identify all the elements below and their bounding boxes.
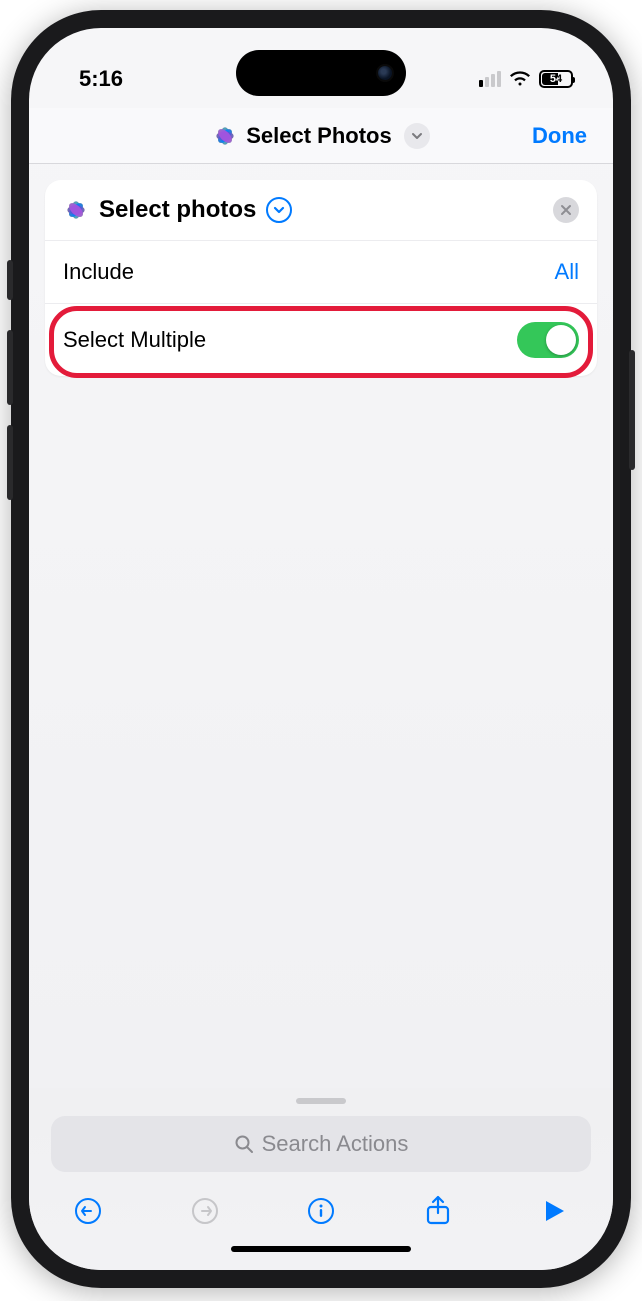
nav-bar: Select Photos Done (29, 108, 613, 164)
home-indicator[interactable] (231, 1246, 411, 1252)
toggle-knob (546, 325, 576, 355)
nav-title[interactable]: Select Photos (212, 123, 429, 149)
content-area: Select photos Include All Select Multipl… (29, 164, 613, 1088)
done-button[interactable]: Done (532, 123, 587, 149)
drag-handle[interactable] (296, 1098, 346, 1104)
clear-button[interactable] (553, 197, 579, 223)
select-multiple-row: Select Multiple (45, 304, 597, 376)
share-button[interactable] (421, 1194, 455, 1228)
action-card: Select photos Include All Select Multipl… (45, 180, 597, 376)
screen: 5:16 54 (29, 28, 613, 1270)
photos-app-icon (212, 123, 238, 149)
action-header[interactable]: Select photos (45, 180, 597, 241)
camera-icon (378, 66, 392, 80)
battery-icon: 54 (539, 70, 573, 88)
bottom-panel: Search Actions (29, 1088, 613, 1270)
redo-button[interactable] (188, 1194, 222, 1228)
dynamic-island (236, 50, 406, 96)
status-time: 5:16 (79, 66, 123, 92)
status-right: 54 (479, 70, 573, 88)
power-button (629, 350, 635, 470)
photos-app-icon (63, 197, 89, 223)
battery-level: 54 (550, 73, 562, 85)
include-label: Include (63, 259, 134, 285)
run-button[interactable] (537, 1194, 571, 1228)
search-icon (234, 1134, 254, 1154)
wifi-icon (509, 71, 531, 87)
iphone-frame: 5:16 54 (11, 10, 631, 1288)
search-actions-field[interactable]: Search Actions (51, 1116, 591, 1172)
undo-button[interactable] (71, 1194, 105, 1228)
include-row[interactable]: Include All (45, 241, 597, 304)
action-title: Select photos (99, 196, 256, 224)
cellular-icon (479, 71, 501, 87)
select-multiple-toggle[interactable] (517, 322, 579, 358)
info-button[interactable] (304, 1194, 338, 1228)
volume-down (7, 425, 13, 500)
collapse-icon[interactable] (266, 197, 292, 223)
volume-up (7, 330, 13, 405)
search-placeholder: Search Actions (262, 1131, 409, 1157)
include-value[interactable]: All (555, 259, 579, 285)
chevron-down-icon[interactable] (404, 123, 430, 149)
side-switch (7, 260, 13, 300)
select-multiple-label: Select Multiple (63, 327, 206, 353)
nav-title-text: Select Photos (246, 123, 391, 149)
toolbar (51, 1172, 591, 1232)
